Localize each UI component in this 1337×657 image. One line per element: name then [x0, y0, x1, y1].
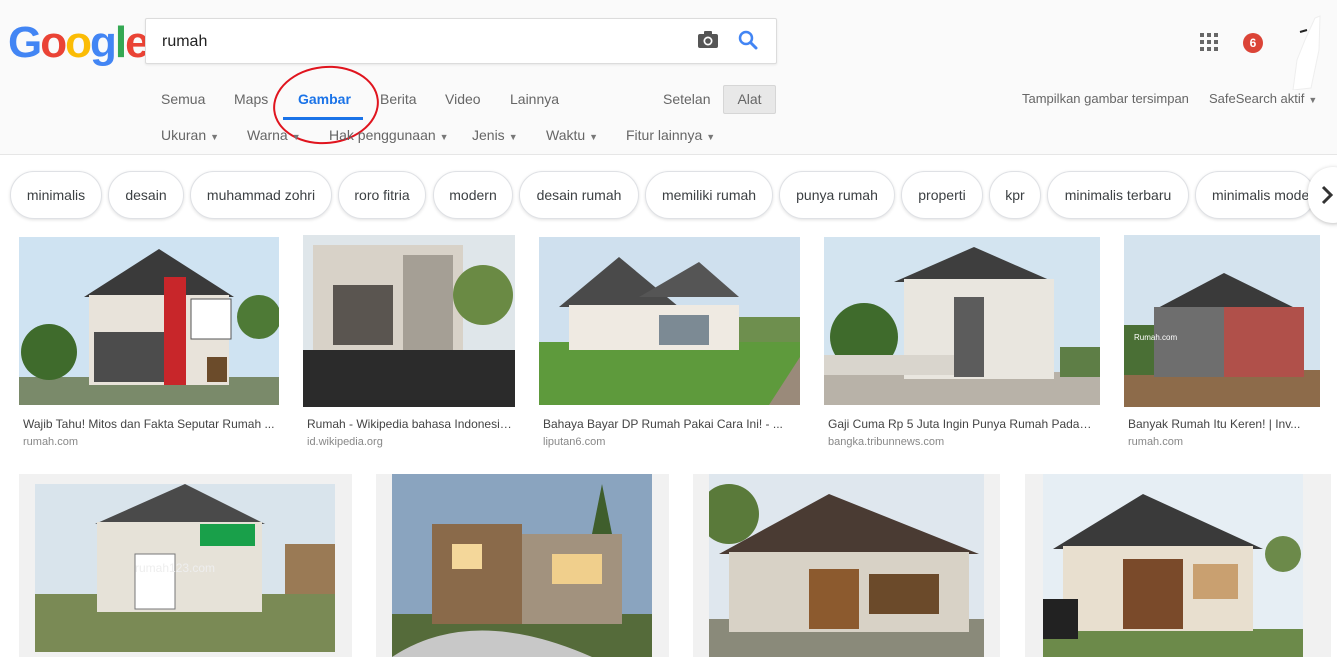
caret-down-icon: ▼: [706, 132, 716, 142]
chip[interactable]: modern: [433, 171, 513, 219]
filter-label: Warna: [247, 127, 288, 143]
tools-button[interactable]: Alat: [723, 85, 776, 114]
caret-down-icon: ▼: [508, 132, 518, 142]
result-caption[interactable]: Wajib Tahu! Mitos dan Fakta Seputar Ruma…: [23, 417, 278, 431]
result-caption[interactable]: Bahaya Bayar DP Rumah Pakai Cara Ini! - …: [543, 417, 798, 431]
caret-down-icon: ▼: [1308, 95, 1318, 105]
filter-label: Hak penggunaan: [329, 127, 436, 143]
tab-lainnya[interactable]: Lainnya: [510, 91, 559, 107]
chip[interactable]: memiliki rumah: [645, 171, 773, 219]
caret-down-icon: ▼: [439, 132, 449, 142]
search-icon[interactable]: [738, 30, 758, 55]
filter-waktu[interactable]: Waktu ▼: [546, 127, 598, 143]
result-source: rumah.com: [23, 436, 79, 448]
caret-down-icon: ▼: [589, 132, 599, 142]
filter-jenis[interactable]: Jenis ▼: [472, 127, 518, 143]
result-image[interactable]: [1043, 474, 1303, 657]
result-source: rumah.com: [1128, 436, 1184, 448]
filter-hak-penggunaan[interactable]: Hak penggunaan ▼: [329, 127, 449, 143]
result-source: id.wikipedia.org: [307, 436, 383, 448]
chip[interactable]: muhammad zohri: [190, 171, 332, 219]
result-source: liputan6.com: [543, 436, 606, 448]
camera-icon[interactable]: [697, 30, 719, 55]
chip[interactable]: kpr: [989, 171, 1041, 219]
safesearch-menu[interactable]: SafeSearch aktif ▼: [1209, 91, 1317, 106]
search-input[interactable]: [162, 31, 662, 53]
watermark-text: Rumah.com: [1134, 333, 1177, 342]
filter-label: Fitur lainnya: [626, 127, 703, 143]
result-image[interactable]: [824, 237, 1100, 405]
result-image[interactable]: rumah123.com: [35, 484, 335, 652]
chip[interactable]: punya rumah: [779, 171, 895, 219]
filter-ukuran[interactable]: Ukuran ▼: [161, 127, 219, 143]
filter-fitur-lainnya[interactable]: Fitur lainnya ▼: [626, 127, 715, 143]
filter-label: Ukuran: [161, 127, 207, 143]
saved-images-link[interactable]: Tampilkan gambar tersimpan: [1022, 91, 1189, 106]
result-image[interactable]: [19, 237, 279, 405]
result-caption[interactable]: Rumah - Wikipedia bahasa Indonesia ...: [307, 417, 512, 431]
watermark-text: rumah123.com: [135, 561, 215, 575]
result-source: bangka.tribunnews.com: [828, 436, 945, 448]
header: Google 6 Semua Maps Gambar Berita Video …: [0, 0, 1337, 155]
chip[interactable]: minimalis terbaru: [1047, 171, 1189, 219]
chip[interactable]: desain: [108, 171, 184, 219]
tab-maps[interactable]: Maps: [234, 91, 268, 107]
result-image[interactable]: [709, 474, 984, 657]
chip[interactable]: properti: [901, 171, 983, 219]
tab-semua[interactable]: Semua: [161, 91, 205, 107]
result-image[interactable]: [392, 474, 652, 657]
chip[interactable]: minimalis mode: [1195, 171, 1315, 219]
caret-down-icon: ▼: [291, 132, 301, 142]
chip[interactable]: roro fitria: [338, 171, 426, 219]
result-image[interactable]: [539, 237, 800, 405]
settings-link[interactable]: Setelan: [663, 91, 710, 107]
filter-warna[interactable]: Warna ▼: [247, 127, 301, 143]
google-logo[interactable]: Google: [8, 18, 150, 68]
search-box: [145, 18, 777, 64]
chip[interactable]: minimalis: [10, 171, 102, 219]
account-avatar[interactable]: [1285, 10, 1325, 95]
apps-grid-icon[interactable]: [1200, 33, 1218, 51]
tab-berita[interactable]: Berita: [380, 91, 417, 107]
notification-badge[interactable]: 6: [1243, 33, 1263, 53]
result-image[interactable]: Rumah.com: [1124, 235, 1320, 407]
filter-label: Waktu: [546, 127, 586, 143]
chip[interactable]: desain rumah: [519, 171, 639, 219]
chips-next-button[interactable]: [1308, 167, 1337, 223]
tab-video[interactable]: Video: [445, 91, 481, 107]
related-chips: minimalis desain muhammad zohri roro fit…: [0, 167, 1337, 227]
filter-label: Jenis: [472, 127, 505, 143]
result-caption[interactable]: Gaji Cuma Rp 5 Juta Ingin Punya Rumah Pa…: [828, 417, 1096, 431]
result-image[interactable]: [303, 235, 515, 407]
result-caption[interactable]: Banyak Rumah Itu Keren! | Inv...: [1128, 417, 1313, 431]
caret-down-icon: ▼: [210, 132, 220, 142]
safesearch-label: SafeSearch aktif: [1209, 91, 1305, 106]
